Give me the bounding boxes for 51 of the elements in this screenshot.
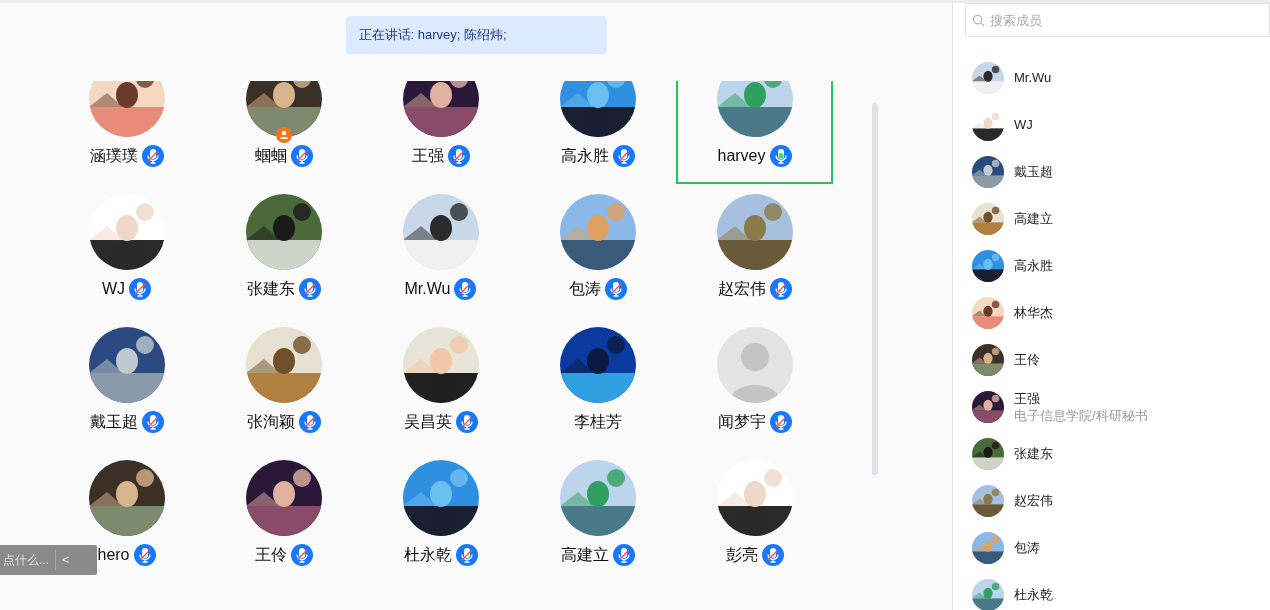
member-name: 包涛	[568, 279, 601, 299]
member-name: 吴昌英	[403, 412, 452, 432]
member-name: 高建立	[1014, 210, 1053, 227]
member-name: 包涛	[1014, 539, 1040, 556]
member-name: 彭亮	[725, 545, 758, 565]
member-name: 王强	[1014, 389, 1041, 407]
member-list-item[interactable]: 王伶	[965, 336, 1270, 383]
search-field[interactable]: 搜索成员	[965, 3, 1270, 37]
member-list-item[interactable]: 戴玉超	[965, 148, 1270, 195]
member-name: Mr.Wu	[404, 279, 451, 299]
member-name: 高永胜	[1014, 257, 1053, 274]
member-list-item[interactable]: 张建东	[965, 430, 1270, 477]
member-name: 王伶	[1014, 351, 1040, 368]
member-name: 王伶	[254, 545, 287, 565]
member-name: 林华杰	[1014, 304, 1053, 321]
member-list-item[interactable]: 赵宏伟	[965, 477, 1270, 524]
member-list-item[interactable]: 高建立	[965, 195, 1270, 242]
member-list-item[interactable]: 包涛	[965, 524, 1270, 571]
member-name: 李桂芳	[573, 412, 622, 432]
scrollbar-thumb[interactable]	[872, 103, 878, 475]
member-list-item[interactable]: Mr.Wu	[965, 54, 1270, 101]
member-list-item[interactable]: 林华杰	[965, 289, 1270, 336]
member-name: 杜永乾	[403, 545, 452, 565]
member-name: WJ	[101, 279, 126, 299]
member-name: 涵璞璞	[89, 146, 138, 166]
member-name: 高建立	[560, 545, 609, 565]
member-department: 电子信息学院/科研秘书	[1014, 406, 1148, 424]
member-name: 蝈蝈	[254, 146, 287, 166]
chat-placeholder: 点什么...	[3, 550, 56, 570]
speaking-banner: 正在讲话: harvey; 陈绍炜;	[345, 16, 607, 54]
selected-tile[interactable]: harvey	[676, 81, 833, 184]
member-name: Mr.Wu	[1014, 69, 1052, 86]
member-name: 张洵颖	[246, 412, 295, 432]
member-list-item[interactable]: WJ	[965, 101, 1270, 148]
member-name: 张建东	[246, 279, 295, 299]
member-list-item[interactable]: 王强 电子信息学院/科研秘书	[965, 383, 1270, 430]
search-icon	[972, 14, 985, 27]
member-name: 张建东	[1014, 445, 1053, 462]
member-list-item[interactable]: 高永胜	[965, 242, 1270, 289]
member-name: hero	[97, 545, 130, 565]
member-name: 王强	[411, 146, 444, 166]
member-name: 闻梦宇	[717, 412, 766, 432]
member-name: 赵宏伟	[1014, 492, 1053, 509]
member-name: 戴玉超	[1014, 163, 1053, 180]
member-name: 杜永乾	[1014, 586, 1053, 603]
member-name: WJ	[1014, 116, 1033, 133]
member-list-item[interactable]: 杜永乾	[965, 571, 1270, 610]
member-name: 高永胜	[560, 146, 609, 166]
member-name: 赵宏伟	[717, 279, 766, 299]
member-name: 戴玉超	[89, 412, 138, 432]
member-name: harvey	[717, 146, 766, 166]
